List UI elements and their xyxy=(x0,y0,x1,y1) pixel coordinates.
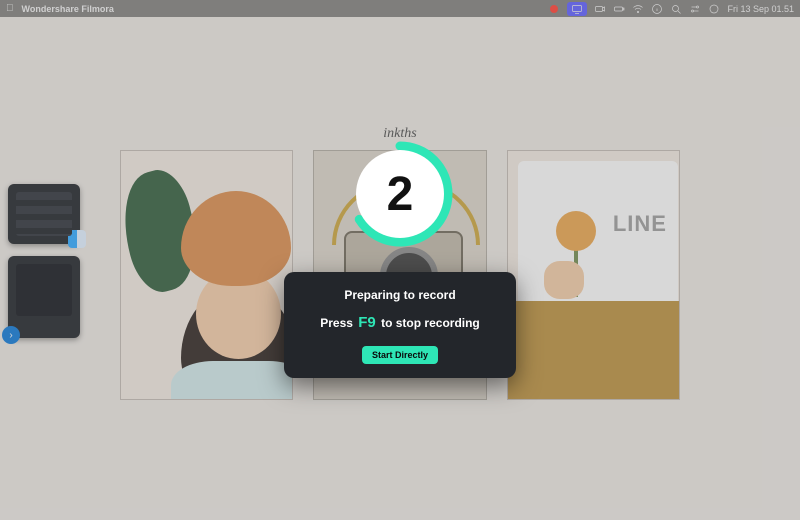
info-icon[interactable] xyxy=(651,3,663,15)
desktop:  Wondershare Filmora xyxy=(0,0,800,520)
screen-mirroring-icon[interactable] xyxy=(567,2,587,16)
dialog-hotkey-hint: Press F9 to stop recording xyxy=(298,314,502,331)
active-app-name[interactable]: Wondershare Filmora xyxy=(22,4,114,14)
mac-menubar:  Wondershare Filmora xyxy=(0,0,800,17)
window-thumbnail-1[interactable] xyxy=(8,184,80,244)
wallpaper-card-3-text: LINE xyxy=(613,211,667,237)
menubar-clock[interactable]: Fri 13 Sep 01.51 xyxy=(727,4,794,14)
camera-status-icon[interactable] xyxy=(594,3,606,15)
wallpaper-card-3: LINE xyxy=(507,150,680,400)
countdown-timer: 2 xyxy=(346,140,454,248)
countdown-number: 2 xyxy=(387,167,414,222)
siri-icon[interactable] xyxy=(708,3,720,15)
record-indicator-icon[interactable] xyxy=(548,3,560,15)
finder-icon xyxy=(68,230,86,248)
spotlight-search-icon[interactable] xyxy=(670,3,682,15)
window-thumbnail-2[interactable]: › xyxy=(8,256,80,338)
hotkey-label: F9 xyxy=(356,314,378,331)
wifi-icon[interactable] xyxy=(632,3,644,15)
battery-icon[interactable] xyxy=(613,3,625,15)
filmora-app-icon: › xyxy=(2,326,20,344)
control-center-icon[interactable] xyxy=(689,3,701,15)
apple-menu-icon[interactable]:  xyxy=(6,4,14,14)
dialog-status-text: Preparing to record xyxy=(298,288,502,302)
start-directly-button[interactable]: Start Directly xyxy=(362,346,438,364)
recording-dialog: Preparing to record Press F9 to stop rec… xyxy=(284,272,516,378)
wallpaper-card-1 xyxy=(120,150,293,400)
